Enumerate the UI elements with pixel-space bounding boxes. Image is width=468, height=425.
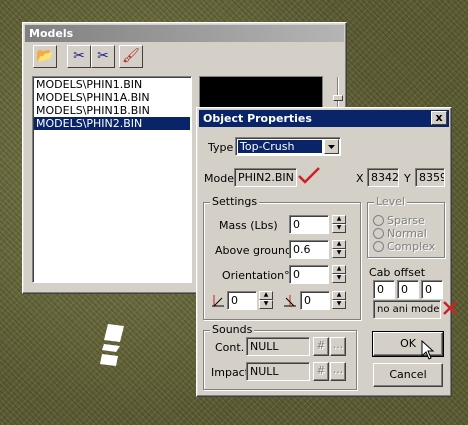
sounds-title: Sounds xyxy=(210,323,255,336)
model-preview xyxy=(199,76,323,110)
cab-offset-x[interactable]: 0 xyxy=(373,280,395,299)
impact-browse-button[interactable]: ... xyxy=(330,362,346,381)
model-field: PHIN2.BIN xyxy=(234,168,297,187)
x-label: X xyxy=(356,172,364,185)
above-ground-spinner[interactable]: ▲ ▼ xyxy=(332,240,346,259)
orientation-spinner[interactable]: ▲ ▼ xyxy=(332,265,346,284)
above-ground-label: Above ground xyxy=(215,244,292,257)
cab-offset-label: Cab offset xyxy=(369,266,426,279)
type-label: Type xyxy=(208,141,234,154)
tilt-left-icon xyxy=(212,295,224,307)
cont-field: NULL xyxy=(246,337,310,356)
orientation-input[interactable]: 0 xyxy=(289,265,329,284)
tilt-x-input[interactable]: 0 xyxy=(227,291,257,310)
tilt-z-spinner[interactable]: ▲ ▼ xyxy=(332,291,346,310)
impact-hash-button[interactable]: # xyxy=(313,362,329,381)
tilt-x-spinner[interactable]: ▲ ▼ xyxy=(259,291,273,310)
cut-icon: ✂ xyxy=(73,48,85,64)
impact-label: Impact xyxy=(211,366,250,379)
brush-icon: 🖌 xyxy=(122,48,140,64)
checkmark-icon xyxy=(298,167,320,184)
model-label: Model xyxy=(204,172,238,185)
chevron-down-icon xyxy=(328,145,335,149)
mass-input[interactable]: 0 xyxy=(289,215,329,234)
object-properties-dialog: Object Properties x Type Top-Crush Model… xyxy=(196,107,457,397)
list-item-selected[interactable]: MODELS\PHIN2.BIN xyxy=(34,117,190,130)
level-title: Level xyxy=(374,195,408,208)
open-folder-button[interactable]: 📂 xyxy=(33,45,57,68)
cut-button[interactable]: ✂ xyxy=(67,45,91,68)
model-list[interactable]: MODELS\PHIN1.BIN MODELS\PHIN1A.BIN MODEL… xyxy=(32,76,192,283)
cab-offset-y[interactable]: 0 xyxy=(397,280,419,299)
x-field: 8342 xyxy=(367,168,399,187)
cont-label: Cont. xyxy=(215,341,245,354)
models-title: Models xyxy=(25,25,344,42)
cont-browse-button[interactable]: ... xyxy=(330,337,346,356)
level-complex-label: Complex xyxy=(387,240,436,253)
type-select[interactable]: Top-Crush xyxy=(235,137,341,156)
orientation-label: Orientation° xyxy=(222,269,290,282)
impact-field: NULL xyxy=(246,362,310,381)
brush-button[interactable]: 🖌 xyxy=(119,45,143,68)
tilt-right-icon xyxy=(284,295,296,307)
list-item[interactable]: MODELS\PHIN1B.BIN xyxy=(34,104,190,117)
level-normal-radio[interactable]: Normal xyxy=(373,227,427,240)
mouse-cursor-icon xyxy=(421,340,435,360)
mass-spinner[interactable]: ▲ ▼ xyxy=(332,215,346,234)
settings-title: Settings xyxy=(210,195,260,208)
close-button[interactable]: x xyxy=(431,111,447,125)
cancel-button[interactable]: Cancel xyxy=(373,363,443,387)
mass-label: Mass (Lbs) xyxy=(219,219,278,232)
cut-alt-button[interactable]: ✂ xyxy=(91,45,115,68)
y-field: 8359 xyxy=(415,168,445,187)
dialog-title: Object Properties xyxy=(199,110,449,127)
list-item[interactable]: MODELS\PHIN1.BIN xyxy=(34,78,190,91)
cab-status: no ani model! xyxy=(373,300,441,319)
map-object xyxy=(98,322,126,368)
open-folder-icon: 📂 xyxy=(36,48,54,64)
cont-hash-button[interactable]: # xyxy=(313,337,329,356)
level-normal-label: Normal xyxy=(387,227,427,240)
y-label: Y xyxy=(404,172,411,185)
dropdown-button[interactable] xyxy=(324,139,339,154)
preview-slider[interactable] xyxy=(333,77,343,107)
level-complex-radio[interactable]: Complex xyxy=(373,240,435,253)
cab-offset-z[interactable]: 0 xyxy=(421,280,443,299)
tilt-z-input[interactable]: 0 xyxy=(300,291,330,310)
error-x-icon xyxy=(443,301,457,315)
close-icon: x xyxy=(435,111,443,124)
level-sparse-radio[interactable]: Sparse xyxy=(373,214,425,227)
cut-alt-icon: ✂ xyxy=(97,48,109,64)
list-item[interactable]: MODELS\PHIN1A.BIN xyxy=(34,91,190,104)
above-ground-input[interactable]: 0.6 xyxy=(289,240,329,259)
level-sparse-label: Sparse xyxy=(387,214,425,227)
type-selected-value: Top-Crush xyxy=(238,140,322,153)
